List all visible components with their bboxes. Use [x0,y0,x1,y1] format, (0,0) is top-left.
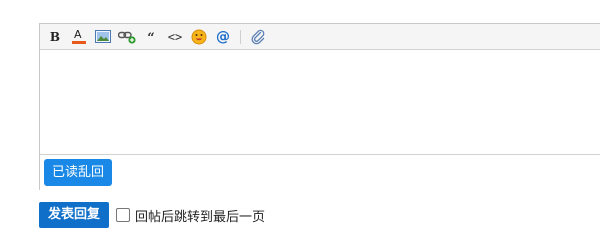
emoji-button[interactable] [188,26,210,48]
paperclip-icon [251,29,265,44]
code-button[interactable]: <> [164,26,186,48]
editor-toolbar: B A “ <> @ [40,24,600,50]
font-color-button[interactable]: A [68,26,90,48]
submit-reply-button[interactable]: 发表回复 [39,202,109,228]
editor-footer: 已读乱回 [40,154,600,190]
emoji-icon [191,29,207,44]
quote-button[interactable]: “ [140,26,162,48]
image-icon [95,30,111,43]
bold-button[interactable]: B [44,26,66,48]
image-button[interactable] [92,26,114,48]
jump-last-page-checkbox[interactable] [116,208,130,222]
mention-button[interactable]: @ [212,26,234,48]
link-add-icon [118,31,136,44]
attachment-button[interactable] [247,26,269,48]
link-button[interactable] [116,26,138,48]
jump-last-page-option[interactable]: 回帖后跳转到最后一页 [116,205,265,225]
jump-last-page-label[interactable]: 回帖后跳转到最后一页 [135,206,265,225]
at-icon: @ [216,28,230,45]
font-color-glyph: A [74,27,82,41]
reply-editor: B A “ <> @ 已读乱回 [39,23,600,190]
bold-icon: B [49,29,61,44]
quote-icon: “ [147,30,155,46]
font-color-swatch [72,40,86,44]
code-icon: <> [167,29,183,44]
quick-reply-button[interactable]: 已读乱回 [44,159,112,186]
toolbar-divider [240,29,241,44]
font-color-icon: A [72,27,86,45]
reply-textarea[interactable] [40,50,600,154]
